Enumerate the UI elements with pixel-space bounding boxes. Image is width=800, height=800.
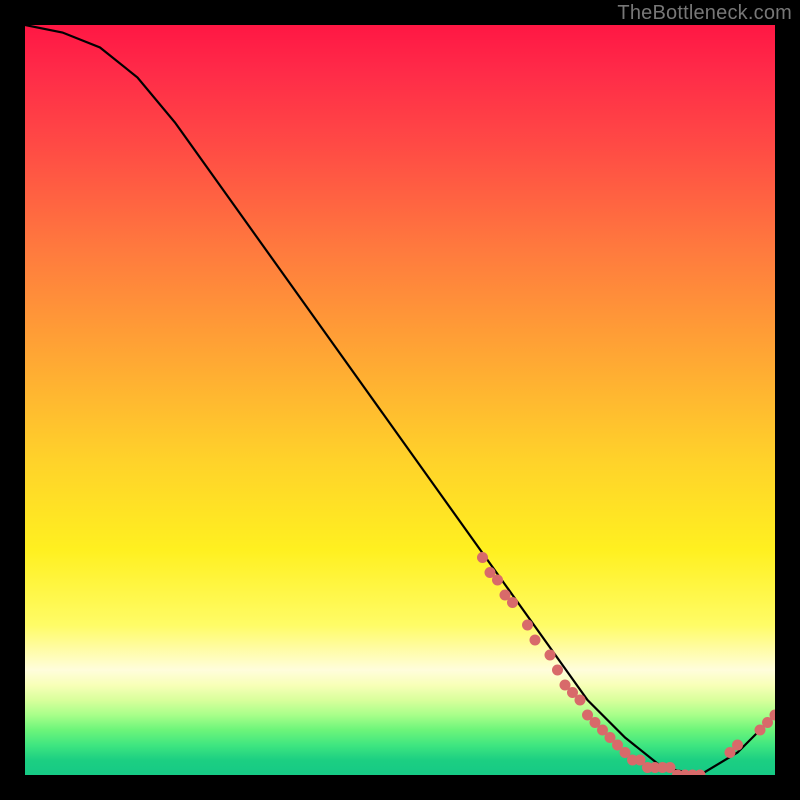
series-markers	[477, 552, 775, 775]
marker-dot	[522, 620, 533, 631]
marker-dot	[477, 552, 488, 563]
marker-dot	[732, 740, 743, 751]
marker-dot	[695, 770, 706, 776]
chart-container: TheBottleneck.com	[0, 0, 800, 800]
marker-dot	[492, 575, 503, 586]
chart-svg	[25, 25, 775, 775]
marker-dot	[530, 635, 541, 646]
marker-dot	[575, 695, 586, 706]
series-curve	[25, 25, 775, 775]
watermark-text: TheBottleneck.com	[617, 2, 792, 25]
marker-dot	[507, 597, 518, 608]
marker-dot	[545, 650, 556, 661]
marker-dot	[552, 665, 563, 676]
plot-area	[25, 25, 775, 775]
